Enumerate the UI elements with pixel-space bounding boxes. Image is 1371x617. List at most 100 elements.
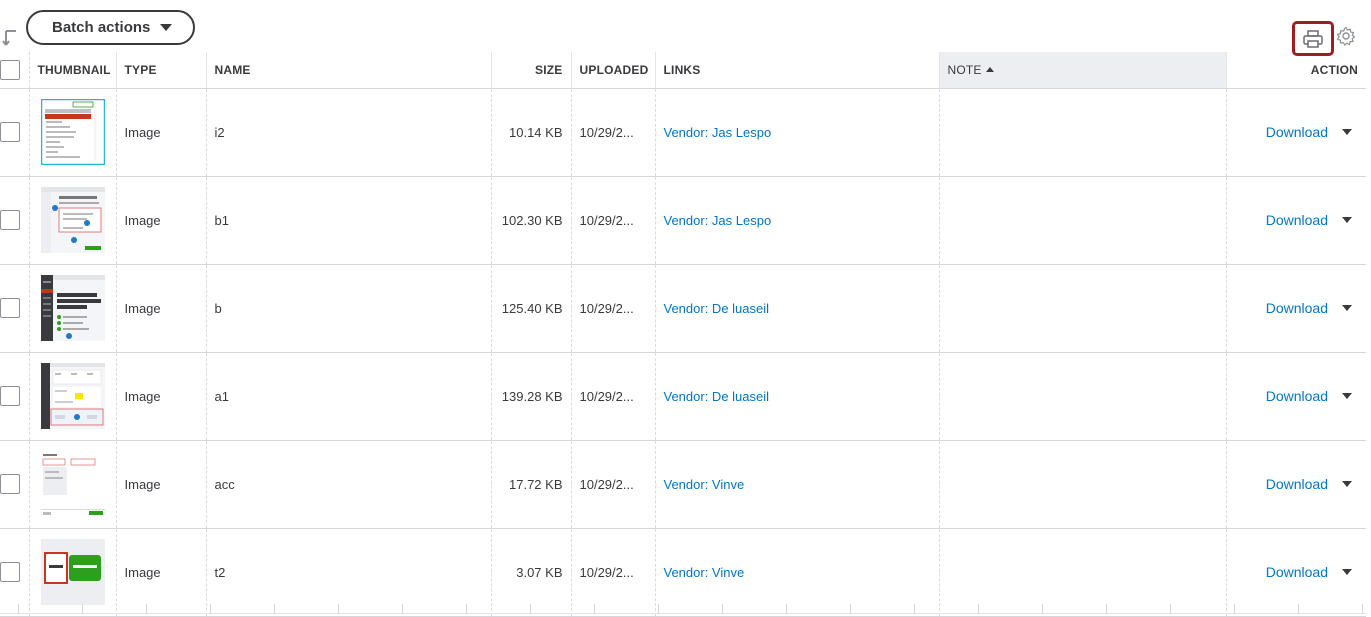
links-cell: Vendor: Jas Lespo [655,88,940,177]
action-menu-chevron-icon[interactable] [1342,217,1352,223]
size-cell: 17.72 KB [491,440,572,529]
download-link[interactable]: Download [1266,564,1328,580]
scale-tick [1234,604,1235,614]
type-cell: Image [116,352,207,441]
header-select-all[interactable] [0,52,30,89]
gear-icon[interactable] [1336,26,1356,46]
links-cell: Vendor: Jas Lespo [655,176,940,265]
row-select-cell [0,264,30,353]
note-cell[interactable] [939,264,1227,353]
row-checkbox[interactable] [0,298,20,318]
vendor-link[interactable]: Vendor: Vinve [664,477,745,492]
row-checkbox[interactable] [0,386,20,406]
uploaded-cell: 10/29/2... [571,440,656,529]
scale-tick [850,604,851,614]
thumbnail-cell [29,176,117,265]
note-cell[interactable] [939,176,1227,265]
thumbnail-image[interactable] [40,539,105,605]
print-button[interactable] [1292,21,1334,56]
sort-ascending-icon [985,66,994,72]
note-cell[interactable] [939,440,1227,529]
action-cell: Download [1226,264,1366,353]
header-action: ACTION [1226,52,1366,89]
action-menu-chevron-icon[interactable] [1342,393,1352,399]
vendor-link[interactable]: Vendor: De luaseil [664,389,770,404]
scale-tick [82,604,83,614]
vendor-link[interactable]: Vendor: Jas Lespo [664,125,772,140]
table-row: Image acc 17.72 KB 10/29/2... Vendor: Vi… [0,440,1366,529]
thumbnail-image[interactable] [40,451,105,517]
action-menu-chevron-icon[interactable] [1342,129,1352,135]
action-cell: Download [1226,88,1366,177]
uploaded-cell: 10/29/2... [571,88,656,177]
vendor-link[interactable]: Vendor: Jas Lespo [664,213,772,228]
thumbnail-image[interactable] [40,187,105,253]
scale-tick [1106,604,1107,614]
table-row: Image b 125.40 KB 10/29/2... Vendor: De … [0,264,1366,353]
action-cell: Download [1226,352,1366,441]
select-all-checkbox[interactable] [0,59,20,80]
download-link[interactable]: Download [1266,476,1328,492]
type-cell: Image [116,440,207,529]
scale-tick [786,604,787,614]
scale-tick [18,604,19,614]
header-links[interactable]: LINKS [655,52,940,89]
scale-tick [1362,604,1363,614]
attachments-table: THUMBNAIL TYPE NAME SIZE UPLOADED LINKS … [0,52,1366,617]
header-note[interactable]: NOTE [939,52,1227,89]
row-checkbox[interactable] [0,122,20,142]
size-cell: 10.14 KB [491,88,572,177]
scale-tick [594,604,595,614]
row-checkbox[interactable] [0,210,20,230]
header-size[interactable]: SIZE [491,52,572,89]
note-cell[interactable] [939,352,1227,441]
vendor-link[interactable]: Vendor: De luaseil [664,301,770,316]
action-menu-chevron-icon[interactable] [1342,569,1352,575]
scale-tick [274,604,275,614]
row-checkbox[interactable] [0,474,20,494]
chevron-down-icon [160,24,173,31]
action-cell: Download [1226,440,1366,529]
scale-tick [722,604,723,614]
header-name[interactable]: NAME [206,52,492,89]
thumbnail-image[interactable] [40,275,105,341]
scale-tick [530,604,531,614]
header-type[interactable]: TYPE [116,52,207,89]
header-note-label: NOTE [947,62,982,77]
uploaded-cell: 10/29/2... [571,264,656,353]
scale-tick [210,604,211,614]
table-row: Image i2 10.14 KB 10/29/2... Vendor: Jas… [0,88,1366,177]
row-select-cell [0,88,30,177]
row-checkbox[interactable] [0,562,20,582]
action-menu-chevron-icon[interactable] [1342,305,1352,311]
download-link[interactable]: Download [1266,388,1328,404]
download-link[interactable]: Download [1266,212,1328,228]
scale-tick [402,604,403,614]
scale-tick [658,604,659,614]
note-cell[interactable] [939,88,1227,177]
header-thumbnail: THUMBNAIL [29,52,117,89]
uploaded-cell: 10/29/2... [571,352,656,441]
header-uploaded[interactable]: UPLOADED [571,52,656,89]
row-select-cell [0,176,30,265]
download-link[interactable]: Download [1266,300,1328,316]
toolbar: Batch actions [0,0,1371,56]
size-cell: 125.40 KB [491,264,572,353]
name-cell: i2 [206,88,492,177]
type-cell: Image [116,264,207,353]
batch-actions-label: Batch actions [52,19,151,36]
scale-tick [914,604,915,614]
batch-actions-button[interactable]: Batch actions [26,10,195,45]
table-row: Image b1 102.30 KB 10/29/2... Vendor: Ja… [0,176,1366,265]
thumbnail-image[interactable] [40,99,105,165]
thumbnail-cell [29,88,117,177]
download-link[interactable]: Download [1266,124,1328,140]
thumbnail-image[interactable] [40,363,105,429]
vendor-link[interactable]: Vendor: Vinve [664,565,745,580]
action-menu-chevron-icon[interactable] [1342,481,1352,487]
thumbnail-cell [29,264,117,353]
sort-down-arrow-icon[interactable] [2,28,20,48]
type-cell: Image [116,176,207,265]
table-footer-scale [0,602,1366,614]
table-row: Image a1 139.28 KB 10/29/2... Vendor: De… [0,352,1366,441]
